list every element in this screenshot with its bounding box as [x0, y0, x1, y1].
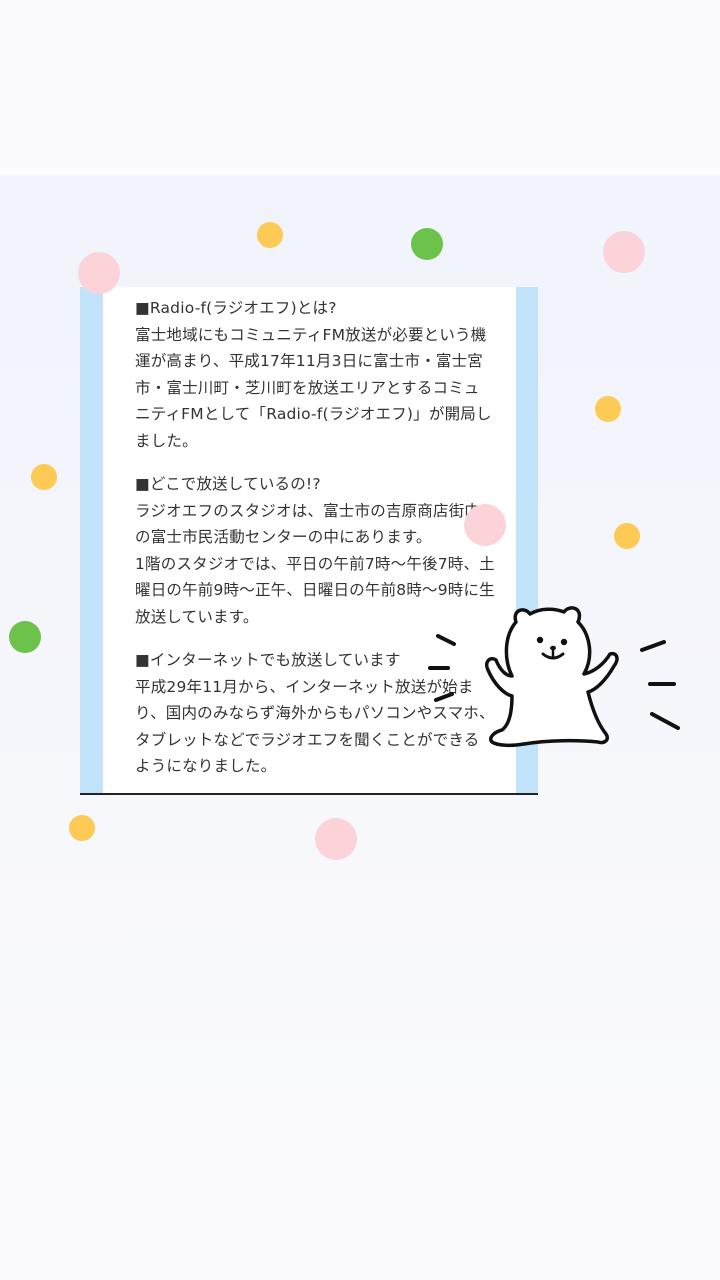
- confetti-dot: [257, 222, 283, 248]
- confetti-dot: [315, 818, 357, 860]
- confetti-dot: [78, 252, 120, 294]
- confetti-dot: [69, 815, 95, 841]
- confetti-dot: [603, 231, 645, 273]
- confetti-dot: [614, 523, 640, 549]
- confetti-dot: [31, 464, 57, 490]
- confetti-dot: [464, 504, 506, 546]
- section-heading: ■どこで放送しているの!?: [135, 475, 321, 493]
- section-body: 富士地域にもコミュニティFM放送が必要という機運が高まり、平成17年11月3日に…: [135, 325, 492, 450]
- confetti-dot: [595, 396, 621, 422]
- waving-bear-icon: [428, 606, 680, 748]
- section-about: ■Radio-f(ラジオエフ)とは? 富士地域にもコミュニティFM放送が必要とい…: [135, 295, 495, 454]
- card-stripe-left: [80, 287, 103, 793]
- confetti-dot: [411, 228, 443, 260]
- section-heading: ■Radio-f(ラジオエフ)とは?: [135, 299, 337, 317]
- confetti-dot: [9, 621, 41, 653]
